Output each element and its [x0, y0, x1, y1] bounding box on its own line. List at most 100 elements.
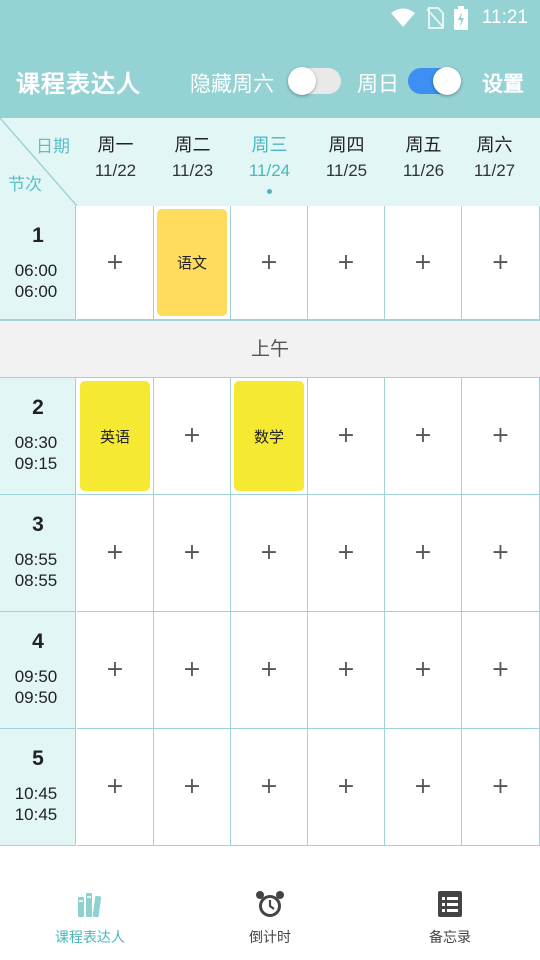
add-course-icon[interactable]: + — [385, 773, 461, 801]
add-course-icon[interactable]: + — [154, 773, 230, 801]
section-cell[interactable]: 1 06:00 06:00 — [0, 206, 76, 320]
schedule-cell-mon[interactable]: + — [77, 495, 154, 612]
nav-item-memo[interactable]: 备忘录 — [360, 847, 540, 960]
add-course-icon[interactable]: + — [308, 422, 384, 450]
schedule-cell-sat[interactable]: + — [462, 495, 540, 612]
add-course-icon[interactable]: + — [231, 773, 307, 801]
hide-saturday-label: 隐藏周六 — [190, 72, 274, 96]
settings-button[interactable]: 设置 — [482, 68, 524, 98]
schedule-cell-fri[interactable]: + — [385, 495, 462, 612]
sunday-toggle[interactable] — [408, 67, 461, 95]
schedule-cell-thu[interactable]: + — [308, 495, 385, 612]
schedule-cell-fri[interactable]: + — [385, 206, 462, 320]
app-title: 课程表达人 — [16, 70, 141, 98]
add-course-icon[interactable]: + — [308, 773, 384, 801]
add-course-icon[interactable]: + — [385, 656, 461, 684]
section-cell[interactable]: 3 08:55 08:55 — [0, 495, 76, 612]
timetable-grid: 1 06:00 06:00 + 语文 + + + + 上午 2 08:30 09:15 英语 + 数学 + + +3… — [0, 206, 540, 847]
schedule-cell-wed[interactable]: + — [231, 729, 308, 846]
nav-label: 备忘录 — [429, 930, 471, 946]
today-indicator — [267, 189, 272, 194]
add-course-icon[interactable]: + — [385, 422, 461, 450]
nav-item-countdown[interactable]: 倒计时 — [180, 847, 360, 960]
day-date: 11/22 — [94, 161, 137, 180]
add-course-icon[interactable]: + — [308, 249, 384, 277]
day-header-sat: 周六 11/27 — [456, 118, 533, 206]
add-course-icon[interactable]: + — [231, 539, 307, 567]
week-header: 日期 节次 周一 11/22 周二 11/23 周三 11/24 周四 11/2… — [0, 118, 540, 206]
schedule-cell-mon[interactable]: + — [77, 206, 154, 320]
schedule-cell-fri[interactable]: + — [385, 378, 462, 495]
add-course-icon[interactable]: + — [77, 249, 153, 277]
add-course-icon[interactable]: + — [462, 422, 539, 450]
schedule-cell-sat[interactable]: + — [462, 206, 540, 320]
schedule-cell-sat[interactable]: + — [462, 729, 540, 846]
schedule-cell-tue[interactable]: 语文 — [154, 206, 231, 320]
add-course-icon[interactable]: + — [77, 656, 153, 684]
list-icon — [438, 891, 462, 917]
schedule-cell-sat[interactable]: + — [462, 378, 540, 495]
add-course-icon[interactable]: + — [77, 773, 153, 801]
day-name: 周三 — [251, 135, 288, 156]
header-corner: 日期 节次 — [0, 118, 77, 206]
schedule-cell-mon[interactable]: + — [77, 612, 154, 729]
schedule-cell-thu[interactable]: + — [308, 729, 385, 846]
schedule-cell-wed[interactable]: + — [231, 612, 308, 729]
hide-saturday-toggle[interactable] — [288, 67, 341, 95]
add-course-icon[interactable]: + — [385, 539, 461, 567]
schedule-cell-wed[interactable]: + — [231, 495, 308, 612]
add-course-icon[interactable]: + — [231, 249, 307, 277]
bottom-nav: 课程表达人 倒计时 备忘录 — [0, 847, 540, 960]
schedule-cell-fri[interactable]: + — [385, 729, 462, 846]
day-name: 周一 — [97, 135, 134, 156]
add-course-icon[interactable]: + — [154, 422, 230, 450]
corner-date-label: 日期 — [36, 137, 70, 157]
schedule-cell-tue[interactable]: + — [154, 729, 231, 846]
books-icon — [78, 893, 102, 918]
section-cell[interactable]: 2 08:30 09:15 — [0, 378, 76, 495]
add-course-icon[interactable]: + — [462, 249, 539, 277]
nav-item-timetable[interactable]: 课程表达人 — [0, 847, 180, 960]
add-course-icon[interactable]: + — [462, 539, 539, 567]
add-course-icon[interactable]: + — [308, 539, 384, 567]
section-cell[interactable]: 5 10:45 10:45 — [0, 729, 76, 846]
day-name: 周四 — [328, 135, 365, 156]
day-name: 周二 — [174, 135, 211, 156]
status-bar: 11:21 — [0, 0, 540, 36]
nav-label: 课程表达人 — [55, 930, 125, 946]
section-row: 1 06:00 06:00 + 语文 + + + + — [0, 206, 540, 320]
schedule-cell-thu[interactable]: + — [308, 206, 385, 320]
course-card[interactable]: 数学 — [234, 381, 304, 491]
section-number: 3 — [32, 513, 44, 536]
course-card[interactable]: 英语 — [80, 381, 150, 491]
schedule-cell-wed[interactable]: + — [231, 206, 308, 320]
add-course-icon[interactable]: + — [154, 539, 230, 567]
add-course-icon[interactable]: + — [231, 656, 307, 684]
schedule-cell-mon[interactable]: 英语 — [77, 378, 154, 495]
schedule-cell-mon[interactable]: + — [77, 729, 154, 846]
section-number: 1 — [32, 224, 44, 247]
schedule-cell-tue[interactable]: + — [154, 612, 231, 729]
section-end-time: 08:55 — [14, 571, 58, 590]
schedule-cell-thu[interactable]: + — [308, 612, 385, 729]
schedule-cell-fri[interactable]: + — [385, 612, 462, 729]
course-card[interactable]: 语文 — [157, 209, 227, 316]
add-course-icon[interactable]: + — [77, 539, 153, 567]
add-course-icon[interactable]: + — [385, 249, 461, 277]
app-bar: 课程表达人 隐藏周六 周日 设置 — [0, 36, 540, 118]
add-course-icon[interactable]: + — [154, 656, 230, 684]
schedule-cell-tue[interactable]: + — [154, 378, 231, 495]
day-date: 11/27 — [473, 161, 516, 180]
schedule-cell-tue[interactable]: + — [154, 495, 231, 612]
toggle-knob — [433, 67, 461, 95]
section-number: 4 — [32, 630, 44, 653]
add-course-icon[interactable]: + — [308, 656, 384, 684]
schedule-cell-thu[interactable]: + — [308, 378, 385, 495]
add-course-icon[interactable]: + — [462, 656, 539, 684]
section-number: 2 — [32, 396, 44, 419]
add-course-icon[interactable]: + — [462, 773, 539, 801]
schedule-cell-sat[interactable]: + — [462, 612, 540, 729]
section-cell[interactable]: 4 09:50 09:50 — [0, 612, 76, 729]
schedule-cell-wed[interactable]: 数学 — [231, 378, 308, 495]
period-band-morning: 上午 — [0, 320, 540, 378]
